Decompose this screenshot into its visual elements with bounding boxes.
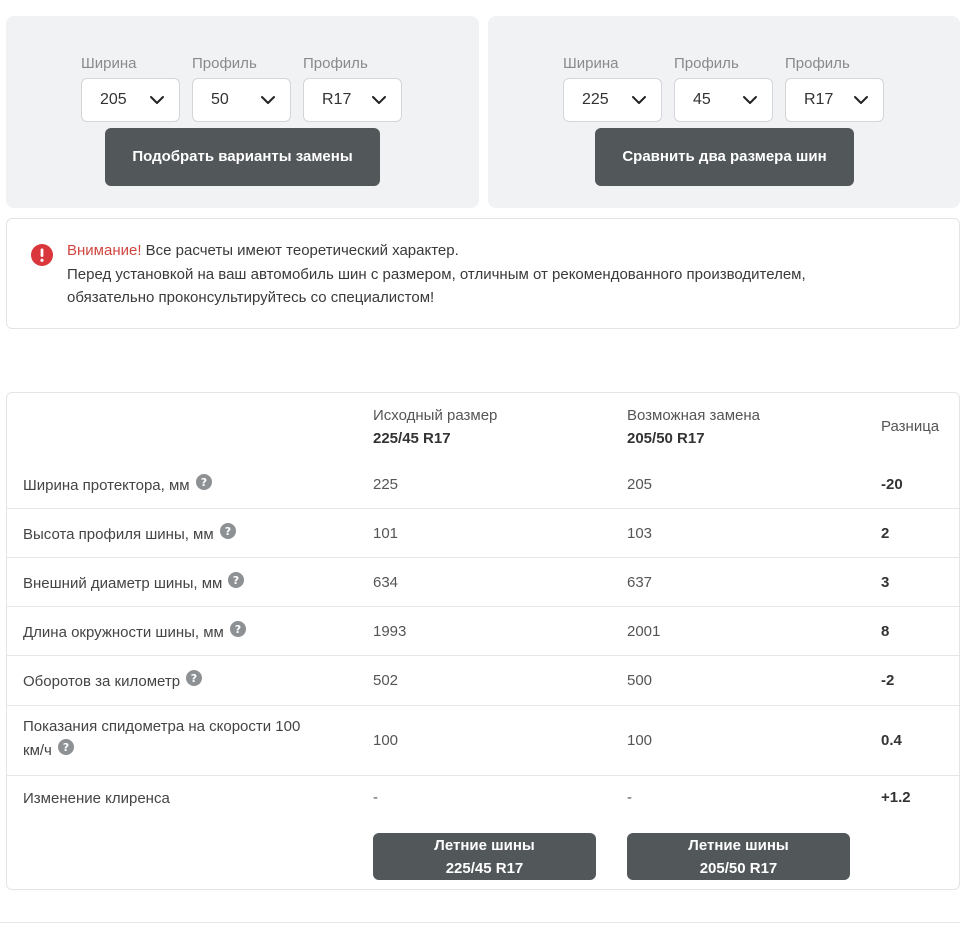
width-value: 205	[100, 91, 127, 108]
svg-text:?: ?	[63, 741, 69, 754]
replacement-value: 205	[627, 476, 653, 493]
replacement-value: 500	[627, 672, 653, 689]
difference-value: 2	[881, 525, 890, 542]
button-line-1: Летние шины	[434, 837, 535, 854]
help-icon[interactable]: ?	[195, 474, 212, 490]
profile-label: Профиль	[674, 55, 739, 72]
chevron-down-icon	[854, 96, 868, 104]
profile-label: Профиль	[192, 55, 257, 72]
help-icon[interactable]: ?	[229, 621, 246, 637]
replacement-size-title: Возможная замена	[627, 407, 760, 424]
diameter-value: R17	[804, 91, 834, 108]
original-value: 101	[373, 525, 399, 542]
replacement-value: 103	[627, 525, 653, 542]
diameter-value: R17	[322, 91, 352, 108]
difference-value: -2	[881, 672, 895, 689]
original-value: 100	[373, 732, 399, 749]
button-line-1: Летние шины	[688, 837, 789, 854]
svg-text:?: ?	[233, 574, 239, 587]
replacement-value: 637	[627, 574, 653, 591]
width-label: Ширина	[81, 55, 137, 72]
original-size-value: 225/45 R17	[373, 430, 451, 447]
button-line-2: 205/50 R17	[699, 860, 778, 877]
row-divider	[7, 508, 959, 509]
chevron-down-icon	[372, 96, 386, 104]
help-icon[interactable]: ?	[228, 572, 245, 588]
original-value: 1993	[373, 623, 407, 640]
help-icon[interactable]: ?	[57, 739, 74, 755]
replacement-value: 100	[627, 732, 653, 749]
replacement-value: 2001	[627, 623, 661, 640]
compare-sizes-button[interactable]: Сравнить два размера шин	[595, 128, 854, 186]
row-label: Внешний диаметр шины, мм?	[23, 572, 245, 596]
replacement-size-value: 205/50 R17	[627, 430, 705, 447]
width-select[interactable]: 205	[81, 78, 180, 122]
diameter-select[interactable]: R17	[785, 78, 884, 122]
alert-icon	[31, 244, 53, 266]
difference-value: 3	[881, 574, 890, 591]
svg-text:?: ?	[200, 476, 206, 489]
pick-replacement-button[interactable]: Подобрать варианты замены	[105, 128, 380, 186]
original-value: 502	[373, 672, 399, 689]
warning-line-2: Перед установкой на ваш автомобиль шин с…	[67, 265, 806, 283]
profile-select[interactable]: 50	[192, 78, 291, 122]
width-select[interactable]: 225	[563, 78, 662, 122]
warning-line-3: обязательно проконсультируйтесь со специ…	[67, 289, 435, 306]
difference-value: 8	[881, 623, 890, 640]
replacement-size-header: Возможная замена 205/50 R17	[627, 404, 760, 450]
chevron-down-icon	[743, 96, 757, 104]
original-size-title: Исходный размер	[373, 407, 498, 424]
svg-text:?: ?	[191, 672, 197, 685]
page-divider	[0, 922, 960, 923]
summer-tires-original-button[interactable]: Летние шины 225/45 R17	[373, 833, 596, 880]
row-label: Длина окружности шины, мм?	[23, 621, 246, 645]
warning-notice: Внимание! Все расчеты имеют теоретически…	[6, 218, 960, 329]
original-value: 634	[373, 574, 399, 591]
row-divider	[7, 775, 959, 776]
row-label: Показания спидометра на скорости 100 км/…	[23, 718, 301, 759]
original-size-header: Исходный размер 225/45 R17	[373, 404, 497, 450]
width-label: Ширина	[563, 55, 619, 72]
svg-text:?: ?	[224, 525, 230, 538]
chevron-down-icon	[150, 96, 164, 104]
diameter-label: Профиль	[303, 55, 368, 72]
row-label: Высота профиля шины, мм?	[23, 523, 236, 547]
difference-value: 0.4	[881, 732, 902, 749]
help-icon[interactable]: ?	[186, 670, 203, 686]
row-label: Ширина протектора, мм?	[23, 474, 212, 498]
difference-header: Разница	[881, 418, 940, 435]
replacement-value: -	[627, 789, 632, 806]
warning-accent: Внимание!	[67, 242, 142, 259]
profile-value: 50	[211, 91, 229, 108]
warning-line-1: Все расчеты имеют теоретический характер…	[141, 242, 459, 259]
difference-value: -20	[881, 476, 903, 493]
diameter-label: Профиль	[785, 55, 850, 72]
summer-tires-replacement-button[interactable]: Летние шины 205/50 R17	[627, 833, 850, 880]
profile-select[interactable]: 45	[674, 78, 773, 122]
diameter-select[interactable]: R17	[303, 78, 402, 122]
row-divider	[7, 705, 959, 706]
warning-text: Внимание! Все расчеты имеют теоретически…	[67, 239, 947, 310]
comparison-table: Исходный размер 225/45 R17 Возможная зам…	[6, 392, 960, 890]
width-value: 225	[582, 91, 609, 108]
difference-value: +1.2	[881, 789, 911, 806]
row-divider	[7, 557, 959, 558]
row-label: Оборотов за километр?	[23, 670, 203, 694]
original-value: -	[373, 789, 378, 806]
original-value: 225	[373, 476, 399, 493]
help-icon[interactable]: ?	[219, 523, 236, 539]
svg-text:?: ?	[235, 623, 241, 636]
chevron-down-icon	[261, 96, 275, 104]
row-label: Изменение клиренса	[23, 790, 170, 807]
profile-value: 45	[693, 91, 711, 108]
button-line-2: 225/45 R17	[445, 860, 524, 877]
row-divider	[7, 606, 959, 607]
chevron-down-icon	[632, 96, 646, 104]
row-divider	[7, 655, 959, 656]
